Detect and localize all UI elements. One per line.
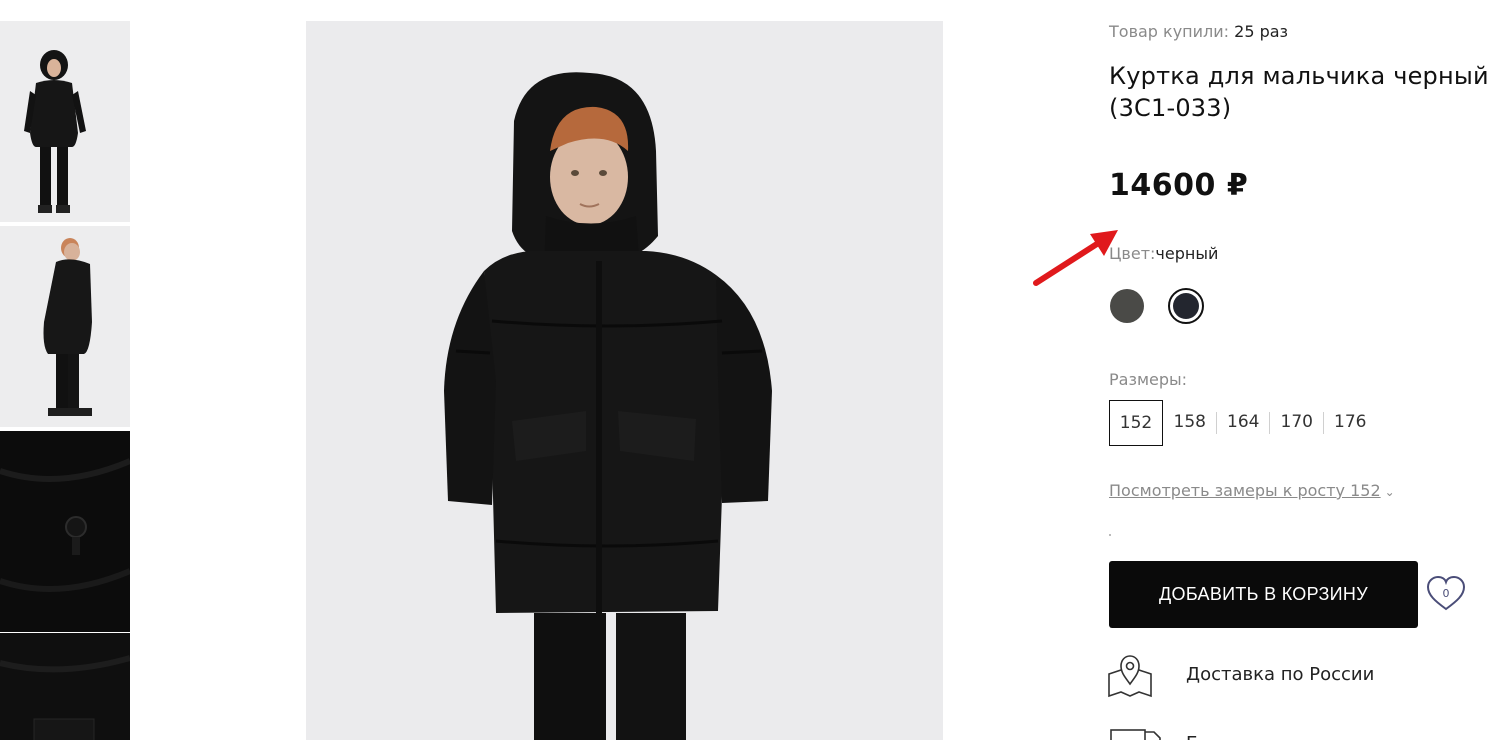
divider-dot [1109, 534, 1111, 536]
product-price: 14600 ₽ [1109, 168, 1249, 203]
add-to-cart-button[interactable]: ДОБАВИТЬ В КОРЗИНУ [1109, 561, 1418, 628]
size-option-152[interactable]: 152 [1109, 400, 1163, 446]
truck-icon [1110, 729, 1161, 740]
size-option-176[interactable]: 176 [1324, 400, 1378, 446]
map-pin-icon [1108, 655, 1152, 698]
measurements-link[interactable]: Посмотреть замеры к росту 152 ⌄ [1109, 481, 1395, 500]
thumbnail-side[interactable] [0, 226, 130, 427]
favorite-count: 0 [1442, 587, 1450, 600]
color-swatch-black[interactable] [1168, 288, 1204, 324]
size-selector: 152 158 164 170 176 [1109, 400, 1377, 446]
product-title: Куртка для мальчика черный (3С1-033) [1109, 62, 1489, 122]
size-option-170[interactable]: 170 [1270, 400, 1324, 446]
thumbnail-front[interactable] [0, 21, 130, 222]
next-feature-text: Б [1186, 733, 1198, 740]
chevron-down-icon[interactable]: ⌄ [1385, 485, 1395, 499]
color-label-row: Цвет:черный [1109, 244, 1218, 263]
color-swatch-graphite[interactable] [1110, 289, 1144, 323]
color-value: черный [1155, 244, 1219, 263]
thumbnail-detail-label[interactable] [0, 633, 130, 740]
color-label: Цвет: [1109, 244, 1156, 263]
sizes-label: Размеры: [1109, 370, 1188, 389]
purchase-count: Товар купили: 25 раз [1109, 22, 1288, 41]
favorite-button[interactable]: 0 [1425, 574, 1467, 616]
size-option-164[interactable]: 164 [1217, 400, 1271, 446]
purchase-count-value: 25 раз [1234, 22, 1289, 41]
thumbnail-detail-toggle[interactable] [0, 431, 130, 632]
purchase-count-label: Товар купили: [1109, 22, 1230, 41]
color-swatch-black-fill [1173, 293, 1199, 319]
main-product-image[interactable] [306, 21, 943, 740]
delivery-text: Доставка по России [1186, 664, 1375, 685]
measurements-link-text[interactable]: Посмотреть замеры к росту 152 [1109, 481, 1381, 500]
size-option-158[interactable]: 158 [1163, 400, 1217, 446]
